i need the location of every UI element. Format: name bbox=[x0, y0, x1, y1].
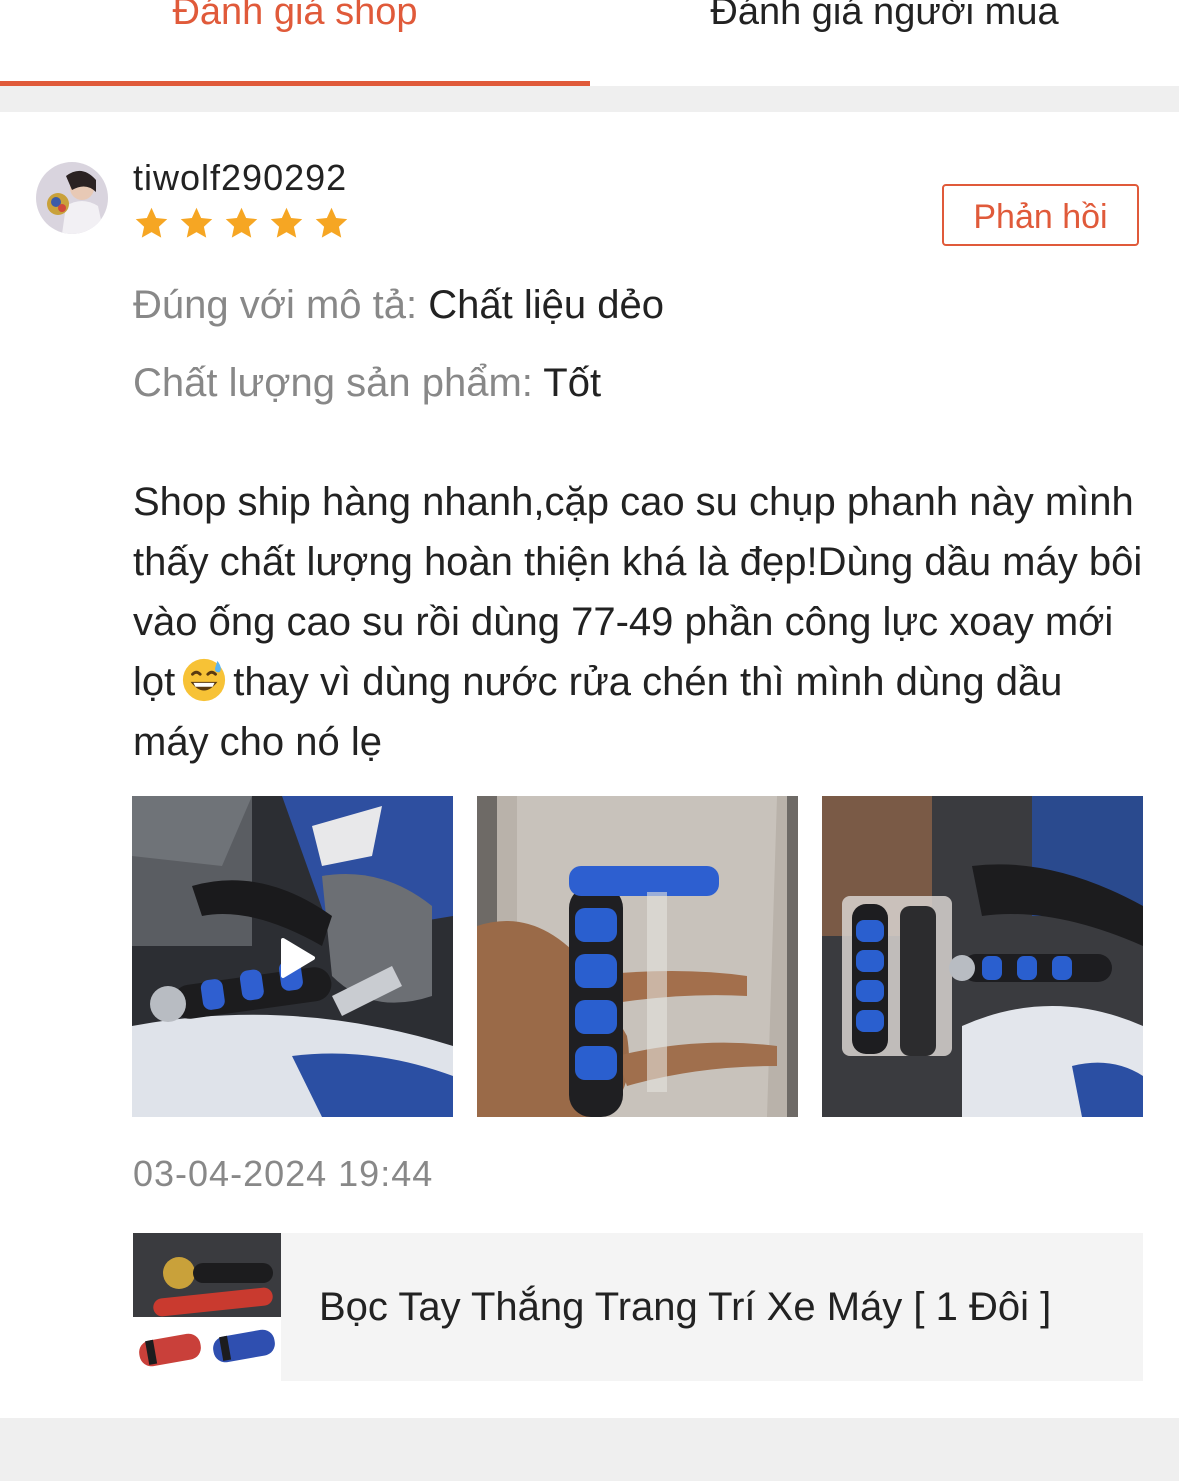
reviewer-username: tiwolf290292 bbox=[133, 157, 348, 198]
star-icon bbox=[180, 207, 213, 238]
star-icon bbox=[270, 207, 303, 238]
star-icon bbox=[135, 207, 168, 238]
review-photo[interactable] bbox=[477, 796, 798, 1117]
reviewed-product-card[interactable]: Bọc Tay Thắng Trang Trí Xe Máy [ 1 Đôi ] bbox=[133, 1233, 1143, 1381]
attribute-label: Chất lượng sản phẩm: bbox=[133, 361, 533, 405]
grinning-sweat-emoji-icon bbox=[183, 658, 226, 702]
tab-shop-reviews[interactable]: Đánh giá shop bbox=[0, 0, 590, 42]
attribute-label: Đúng với mô tả: bbox=[133, 283, 418, 327]
section-divider bbox=[0, 1418, 1179, 1481]
review-video-thumbnail[interactable] bbox=[132, 796, 453, 1117]
section-divider bbox=[0, 86, 1179, 112]
attribute-row: Chất lượng sản phẩm: Tốt bbox=[133, 358, 601, 408]
star-icon bbox=[225, 207, 258, 238]
product-name: Bọc Tay Thắng Trang Trí Xe Máy [ 1 Đôi ] bbox=[319, 1285, 1052, 1329]
product-thumbnail bbox=[133, 1233, 281, 1381]
tab-buyer-reviews[interactable]: Đánh giá người mua bbox=[590, 0, 1179, 42]
attribute-row: Đúng với mô tả: Chất liệu dẻo bbox=[133, 280, 664, 330]
reply-button[interactable]: Phản hồi bbox=[942, 184, 1139, 246]
star-icon bbox=[315, 207, 348, 238]
review-tabs: Đánh giá shop Đánh giá người mua bbox=[0, 0, 1179, 86]
avatar[interactable] bbox=[36, 162, 108, 234]
review-timestamp: 03-04-2024 19:44 bbox=[133, 1153, 434, 1194]
review-photo[interactable] bbox=[822, 796, 1143, 1117]
attribute-value: Tốt bbox=[543, 361, 602, 405]
rating-stars bbox=[133, 205, 350, 245]
review-comment: Shop ship hàng nhanh,cặp cao su chụp pha… bbox=[133, 472, 1143, 772]
attribute-value: Chất liệu dẻo bbox=[428, 283, 664, 327]
play-icon[interactable] bbox=[277, 936, 317, 980]
comment-text: thay vì dùng nước rửa chén thì mình dùng… bbox=[133, 660, 1063, 764]
